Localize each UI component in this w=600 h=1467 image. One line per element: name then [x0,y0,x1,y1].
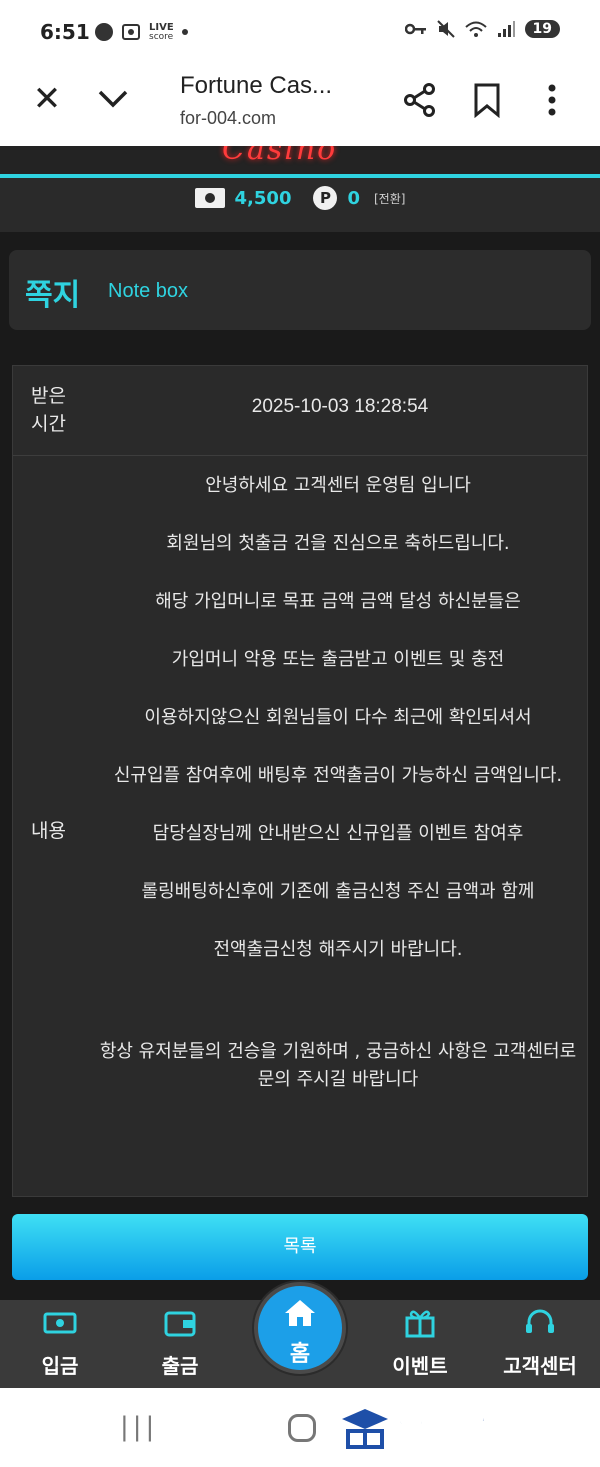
android-nav-bar: ||| 온카스터디 [0,1388,600,1467]
site-logo[interactable]: Casino [0,146,600,176]
browser-toolbar: ✕ Fortune Cas... for-004.com [0,64,600,146]
signal-icon [497,21,515,37]
nav-home-label: 홈 [289,1342,311,1367]
message-line: 롤링배팅하신후에 기존에 출금신청 주신 금액과 함께 [141,881,535,902]
chevron-down-icon[interactable] [96,86,130,112]
point-icon: P [313,186,338,210]
message-line: 담당실장님께 안내받으신 신규입플 이벤트 참여후 [152,823,524,844]
battery-indicator: 19 [524,20,560,38]
page-title: 쪽지 [25,278,81,313]
browser-page-title[interactable]: Fortune Cas... [180,72,332,100]
key-icon [404,23,426,35]
sync-icon [95,23,113,41]
notification-dot-icon [181,29,188,35]
nav-event-label: 이벤트 [392,1354,448,1378]
message-line: 전액출금신청 해주시기 바랍니다. [213,939,463,960]
note-box-header: 쪽지 Note box [9,250,591,330]
nav-withdraw[interactable]: 출금 [130,1308,230,1379]
message-line: 항상 유저분들의 건승을 기원하며 , 궁금하신 사항은 고객센터로 문의 주시… [99,1041,577,1090]
message-content: 안녕하세요 고겍센터 운영팀 입니다 회원님의 첫출금 건을 진심으로 축하드립… [93,472,583,1124]
list-button[interactable]: 목록 [12,1214,588,1280]
more-vertical-icon[interactable] [540,82,564,118]
android-home-icon[interactable] [288,1414,316,1442]
headset-icon [526,1309,554,1333]
message-line: 회원님의 첫출금 건을 진심으로 축하드립니다. [166,533,510,554]
message-line: 가입머니 악용 또는 출금받고 이벤트 및 충전 [171,649,505,670]
home-icon [285,1300,315,1326]
message-line: 안녕하세요 고겍센터 운영팀 입니다 [205,475,471,496]
wallet-icon [164,1311,196,1337]
status-icons-left: LIVE score [95,22,188,42]
screenshot-icon [122,24,140,40]
nav-home-button[interactable]: 홈 [254,1282,346,1374]
gift-icon [405,1310,435,1338]
content-label: 내용 [31,820,66,842]
nav-deposit[interactable]: 입금 [10,1308,110,1379]
logo-text: Casino [222,146,338,167]
nav-support[interactable]: 고객센터 [490,1308,590,1379]
message-line: 해당 가입머니로 목표 금액 금액 달성 하신분들은 [155,591,521,612]
cash-balance: 4,500 [234,187,292,209]
watermark-text: 온카스터디 [393,1410,574,1456]
status-icons-right: 19 [404,20,560,38]
balance-row: 4,500 P 0 [전환] [0,186,600,210]
nav-support-label: 고객센터 [503,1354,577,1378]
share-icon[interactable] [402,82,438,118]
cash-icon [194,188,225,208]
browser-url[interactable]: for-004.com [180,108,276,129]
point-balance: 0 [347,187,360,209]
nav-event[interactable]: 이벤트 [370,1308,470,1379]
message-detail-table: 받은 시간 2025-10-03 18:28:54 내용 안녕하세요 고겍센터 … [12,365,588,1197]
received-time-label: 받은 시간 [31,385,66,435]
received-time-row: 받은 시간 2025-10-03 18:28:54 [13,366,587,456]
status-time: 6:51 [40,20,90,44]
message-line: 이용하지않으신 회원님들이 다수 최근에 확인되셔서 [144,707,532,728]
status-bar: 6:51 LIVE score 19 [0,0,600,64]
recents-icon[interactable]: ||| [120,1412,158,1442]
close-icon[interactable]: ✕ [30,82,64,116]
convert-points-link[interactable]: [전환] [374,190,405,207]
page-subtitle: Note box [108,280,189,302]
mute-icon [436,20,455,38]
money-icon [43,1312,77,1334]
header-divider [0,174,600,178]
nav-deposit-label: 입금 [41,1354,79,1378]
graduation-cap-icon [342,1408,388,1449]
site-header: Casino 4,500 P 0 [전환] [0,146,600,232]
watermark: 온카스터디 [340,1402,574,1457]
received-time-value: 2025-10-03 18:28:54 [251,396,429,417]
message-line: 신규입플 참여후에 배팅후 전액출금이 가능하신 금액입니다. [113,765,563,786]
livescore-icon: LIVE score [149,21,174,42]
wifi-icon [464,21,487,37]
nav-withdraw-label: 출금 [161,1354,199,1378]
bookmark-icon[interactable] [472,82,502,118]
